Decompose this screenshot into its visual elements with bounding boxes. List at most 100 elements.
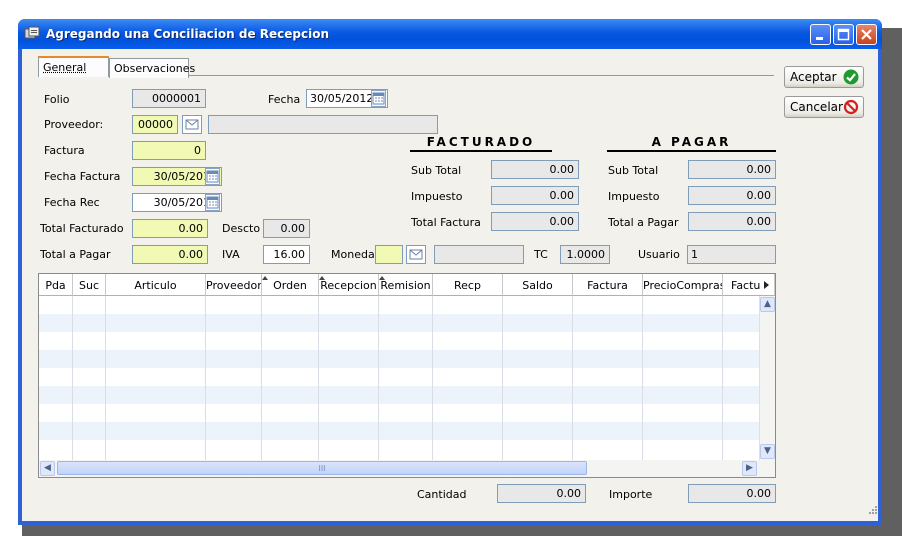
scroll-left-icon[interactable]: ◀ [40,461,55,476]
a-pagar-impuesto-field[interactable]: 0.00 [688,186,776,205]
moneda-code-field[interactable] [375,245,403,264]
a-pagar-heading: A PAGAR [607,135,776,152]
calendar-icon [372,92,385,105]
close-icon [861,29,872,40]
cancelar-label: Cancelar [790,100,843,114]
factura-label: Factura [44,144,85,157]
aceptar-label: Aceptar [790,70,837,84]
title-bar[interactable]: Agregando una Conciliacion de Recepcion [18,19,882,49]
scroll-up-icon[interactable]: ▲ [760,297,775,312]
total-pagar-field[interactable]: 0.00 [132,245,208,264]
sort-icon [379,276,385,280]
cancelar-button[interactable]: Cancelar [784,96,864,118]
grid-header: Pda Suc Articulo Proveedor Orden Recepci… [39,274,775,296]
tab-strip-line [108,75,774,76]
importe-label: Importe [609,488,653,501]
factura-field[interactable]: 0 [132,141,206,160]
checkmark-icon [843,69,859,85]
scroll-down-icon[interactable]: ▼ [760,444,775,459]
minimize-icon [816,37,823,40]
proveedor-code-field[interactable]: 00000 [132,115,178,134]
usuario-field[interactable]: 1 [687,245,776,264]
facturado-sub-total-label: Sub Total [411,164,462,177]
iva-field[interactable]: 16.00 [263,245,310,264]
col-header-remision[interactable]: Remision [379,274,433,296]
envelope-icon [185,119,199,130]
envelope-icon [409,249,423,260]
col-header-proveedor[interactable]: Proveedor [206,274,262,296]
cancel-icon [843,99,859,115]
col-header-recp[interactable]: Recp [433,274,503,296]
col-header-pda[interactable]: Pda [39,274,73,296]
col-header-factura[interactable]: Factura [573,274,643,296]
grid-vertical-scrollbar[interactable]: ▲ ▼ [759,296,775,460]
importe-field[interactable]: 0.00 [688,484,776,503]
proveedor-label: Proveedor: [44,118,104,131]
maximize-icon [837,28,850,41]
a-pagar-sub-total-field[interactable]: 0.00 [688,160,776,179]
grid-body[interactable] [39,296,759,460]
cantidad-field[interactable]: 0.00 [497,484,586,503]
total-pagar-label: Total a Pagar [40,248,111,261]
close-button[interactable] [856,24,877,45]
calendar-icon [206,170,219,183]
scroll-columns-right-icon[interactable] [763,281,770,289]
col-header-articulo[interactable]: Articulo [106,274,206,296]
facturado-impuesto-field[interactable]: 0.00 [491,186,579,205]
tab-general[interactable]: General [38,56,109,77]
a-pagar-total-label: Total a Pagar [608,216,679,229]
cantidad-label: Cantidad [417,488,467,501]
folio-label: Folio [44,93,70,106]
fecha-calendar-icon[interactable] [371,90,386,107]
grid-horizontal-scrollbar[interactable]: ◀ III ▶ [39,460,775,477]
tab-general-label: General [43,61,87,74]
moneda-name-field[interactable] [434,245,524,264]
fecha-label: Fecha [268,93,301,106]
maximize-button[interactable] [833,24,854,45]
proveedor-lookup-button[interactable] [182,115,202,134]
minimize-button[interactable] [810,24,831,45]
iva-label: IVA [222,248,240,261]
facturado-total-factura-label: Total Factura [411,216,481,229]
col-header-orden[interactable]: Orden [262,274,319,296]
tc-field[interactable]: 1.0000 [560,245,610,264]
col-header-preciocompras[interactable]: PrecioCompras [643,274,723,296]
fecha-value: 30/05/2012 [310,92,374,105]
fecha-factura-label: Fecha Factura [44,170,121,183]
proveedor-name-field[interactable] [208,115,438,134]
descto-field[interactable]: 0.00 [263,219,310,238]
usuario-label: Usuario [638,248,680,261]
total-facturado-field[interactable]: 0.00 [132,219,208,238]
facturado-heading: FACTURADO [410,135,552,152]
fecha-rec-label: Fecha Rec [44,196,100,209]
fecha-factura-calendar-icon[interactable] [205,168,220,185]
window-title: Agregando una Conciliacion de Recepcion [46,27,330,41]
col-header-saldo[interactable]: Saldo [503,274,573,296]
tc-label: TC [534,248,548,261]
a-pagar-impuesto-label: Impuesto [608,190,660,203]
total-facturado-label: Total Facturado [40,222,124,235]
moneda-label: Moneda [331,248,375,261]
horizontal-scroll-thumb[interactable]: III [57,461,587,475]
tab-observaciones-label: Observaciones [114,62,196,75]
a-pagar-sub-total-label: Sub Total [608,164,659,177]
scroll-right-icon[interactable]: ▶ [742,461,757,476]
detail-grid[interactable]: Pda Suc Articulo Proveedor Orden Recepci… [38,273,776,478]
descto-label: Descto [222,222,261,235]
col-header-recepcion[interactable]: Recepcion [319,274,379,296]
a-pagar-total-field[interactable]: 0.00 [688,212,776,231]
fecha-rec-calendar-icon[interactable] [205,194,220,211]
resize-grip-icon[interactable] [866,505,878,517]
moneda-lookup-button[interactable] [406,245,426,264]
facturado-sub-total-field[interactable]: 0.00 [491,160,579,179]
facturado-total-factura-field[interactable]: 0.00 [491,212,579,231]
folio-field[interactable]: 0000001 [132,89,206,108]
calendar-icon [206,196,219,209]
tab-observaciones[interactable]: Observaciones [109,58,195,78]
aceptar-button[interactable]: Aceptar [784,66,864,88]
app-icon [24,26,40,39]
facturado-impuesto-label: Impuesto [411,190,463,203]
sort-icon [319,276,325,280]
col-header-suc[interactable]: Suc [73,274,106,296]
sort-icon [262,276,268,280]
